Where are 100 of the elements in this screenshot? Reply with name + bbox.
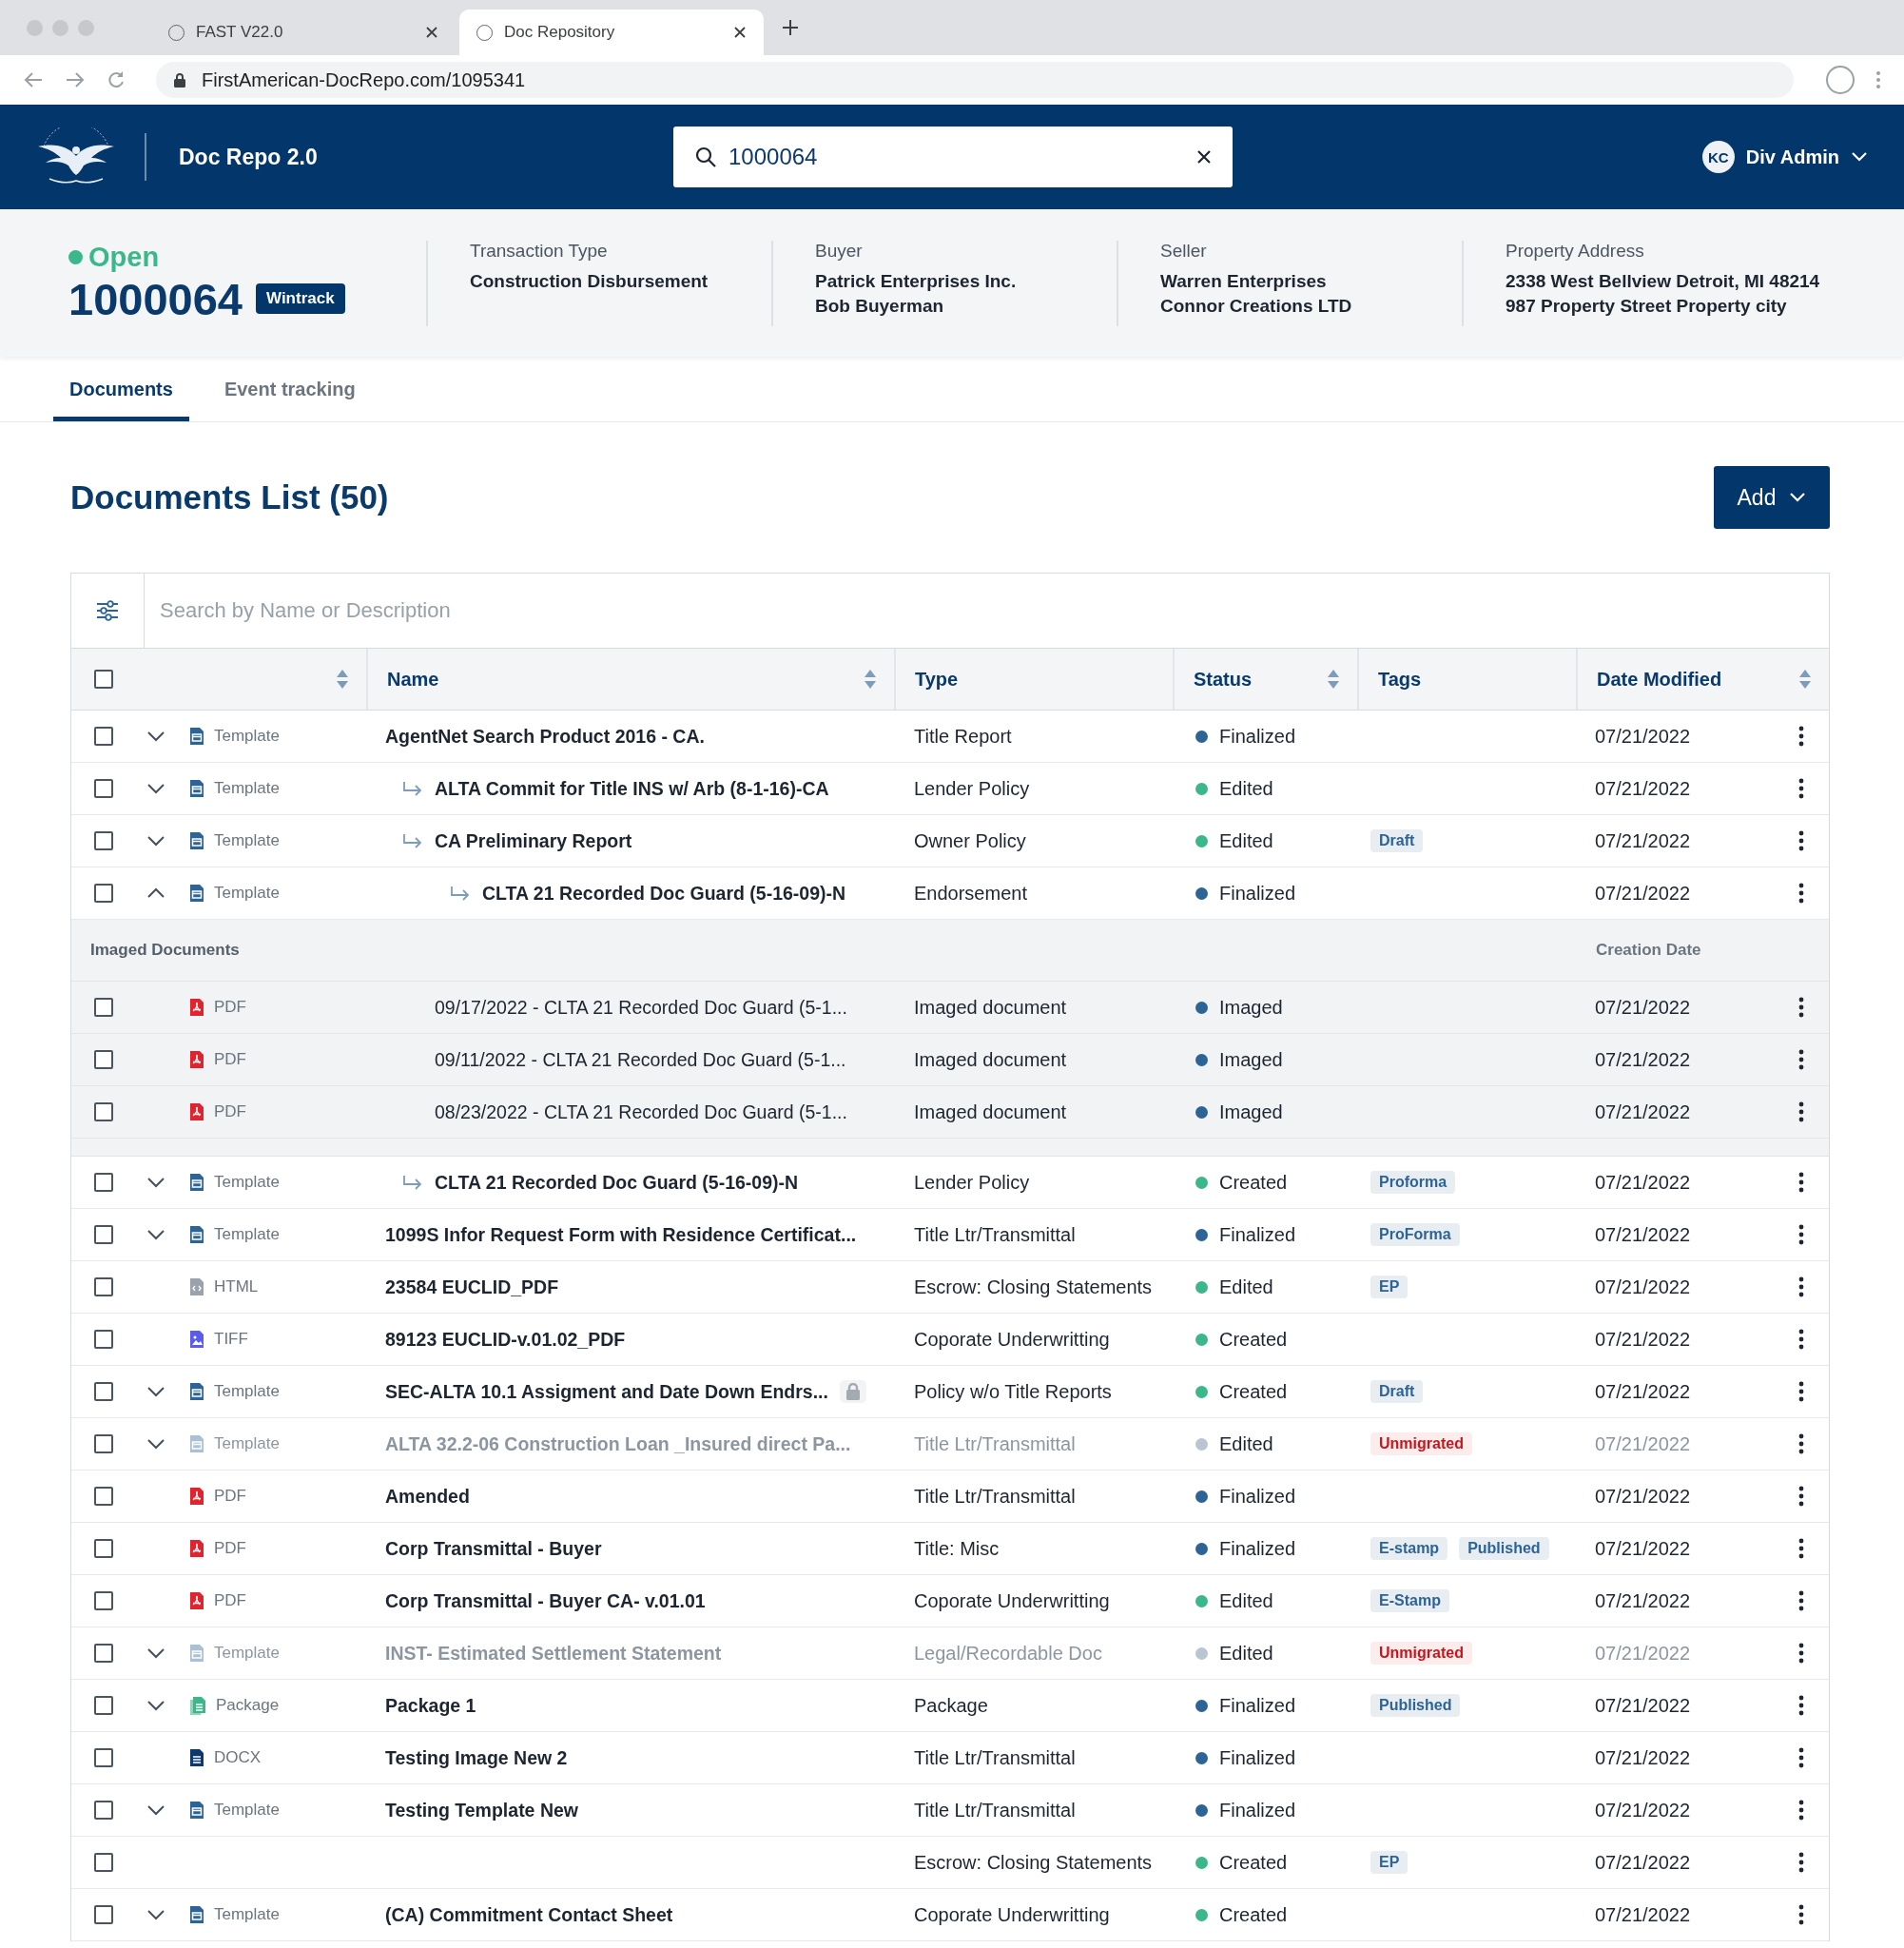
more-options-icon[interactable] <box>1797 1224 1804 1245</box>
checkbox[interactable] <box>94 1487 113 1506</box>
checkbox[interactable] <box>94 998 113 1017</box>
more-options-icon[interactable] <box>1797 1904 1804 1925</box>
more-options-icon[interactable] <box>1797 778 1804 799</box>
checkbox[interactable] <box>94 779 113 798</box>
file-format: PDF <box>214 1539 246 1558</box>
checkbox[interactable] <box>94 1905 113 1924</box>
chevron-up-icon[interactable] <box>146 887 165 899</box>
document-name[interactable]: (CA) Commitment Contact Sheet <box>385 1903 673 1926</box>
more-options-icon[interactable] <box>1797 1101 1804 1122</box>
chevron-down-icon[interactable] <box>146 1909 165 1920</box>
more-options-icon[interactable] <box>1797 1172 1804 1193</box>
document-name[interactable]: CLTA 21 Recorded Doc Guard (5-16-09)-N <box>482 882 846 905</box>
checkbox[interactable] <box>94 1173 113 1192</box>
document-name[interactable]: ALTA Commit for Title INS w/ Arb (8-1-16)-CA <box>435 777 829 800</box>
chevron-down-icon[interactable] <box>146 835 165 847</box>
user-menu[interactable]: KC Div Admin <box>1701 141 1868 173</box>
sort-icon[interactable] <box>864 669 877 690</box>
checkbox[interactable] <box>94 884 113 903</box>
document-name[interactable]: CLTA 21 Recorded Doc Guard (5-16-09)-N <box>435 1171 799 1194</box>
sort-icon[interactable] <box>1798 669 1812 690</box>
more-options-icon[interactable] <box>1797 997 1804 1018</box>
document-name[interactable]: 89123 EUCLID-v.01.02_PDF <box>385 1328 626 1351</box>
chevron-down-icon[interactable] <box>146 1177 165 1188</box>
chevron-down-icon[interactable] <box>146 1804 165 1816</box>
more-options-icon[interactable] <box>1797 1590 1804 1611</box>
document-name[interactable]: Testing Image New 2 <box>385 1746 568 1769</box>
checkbox[interactable] <box>94 1801 113 1820</box>
document-name[interactable]: 09/11/2022 - CLTA 21 Recorded Doc Guard (5-1... <box>435 1048 846 1071</box>
document-name[interactable]: Corp Transmittal - Buyer CA- v.01.01 <box>385 1589 706 1612</box>
profile-icon[interactable] <box>1826 66 1855 94</box>
document-name[interactable]: CA Preliminary Report <box>435 829 632 852</box>
more-options-icon[interactable] <box>1797 1695 1804 1716</box>
more-options-icon[interactable] <box>1797 1433 1804 1454</box>
new-tab-icon[interactable] <box>781 18 800 37</box>
address-bar[interactable]: FirstAmerican-DocRepo.com/1095341 <box>156 62 1794 98</box>
checkbox[interactable] <box>94 1277 113 1296</box>
checkbox[interactable] <box>94 831 113 850</box>
document-status: Edited <box>1219 1276 1273 1298</box>
page-tab[interactable]: Event tracking <box>207 357 372 421</box>
document-status: Finalized <box>1219 1694 1296 1717</box>
checkbox[interactable] <box>94 1225 113 1244</box>
more-options-icon[interactable] <box>1797 1049 1804 1070</box>
document-name[interactable]: SEC-ALTA 10.1 Assigment and Date Down Endrs... <box>385 1380 828 1403</box>
document-name[interactable]: AgentNet Search Product 2016 - CA. <box>385 725 705 748</box>
forward-arrow-icon[interactable] <box>65 70 86 89</box>
document-name[interactable]: 08/23/2022 - CLTA 21 Recorded Doc Guard (5-1... <box>435 1101 847 1123</box>
more-options-icon[interactable] <box>1797 1800 1804 1821</box>
close-icon[interactable] <box>733 26 747 39</box>
chevron-down-icon[interactable] <box>146 1386 165 1397</box>
chevron-down-icon[interactable] <box>146 730 165 742</box>
page-tab[interactable]: Documents <box>53 357 189 421</box>
checkbox[interactable] <box>94 1382 113 1401</box>
document-name[interactable]: Corp Transmittal - Buyer <box>385 1537 602 1560</box>
chevron-down-icon[interactable] <box>146 1700 165 1711</box>
more-options-icon[interactable] <box>1797 1486 1804 1507</box>
checkbox[interactable] <box>94 1539 113 1558</box>
checkbox[interactable] <box>94 1330 113 1349</box>
chevron-down-icon[interactable] <box>146 1229 165 1240</box>
chevron-down-icon <box>1851 151 1868 163</box>
checkbox[interactable] <box>94 1696 113 1715</box>
document-name[interactable]: Amended <box>385 1485 470 1508</box>
more-options-icon[interactable] <box>1797 1276 1804 1297</box>
search-field[interactable]: 1000064 <box>673 127 1233 187</box>
reload-icon[interactable] <box>107 70 126 89</box>
document-name[interactable]: 23584 EUCLID_PDF <box>385 1276 559 1298</box>
checkbox[interactable] <box>94 1853 113 1872</box>
checkbox[interactable] <box>94 1102 113 1121</box>
more-options-icon[interactable] <box>1797 1747 1804 1768</box>
document-name[interactable]: 1099S Infor Request Form with Residence Certificat... <box>385 1223 857 1246</box>
template-icon <box>189 1801 204 1820</box>
chevron-down-icon[interactable] <box>146 783 165 794</box>
checkbox[interactable] <box>94 1050 113 1069</box>
browser-menu-icon[interactable] <box>1875 70 1881 89</box>
checkbox[interactable] <box>94 670 113 689</box>
more-options-icon[interactable] <box>1797 1538 1804 1559</box>
more-options-icon[interactable] <box>1797 883 1804 904</box>
document-name[interactable]: Testing Template New <box>385 1799 578 1821</box>
sort-icon[interactable] <box>336 669 349 690</box>
more-options-icon[interactable] <box>1797 1643 1804 1664</box>
sort-icon[interactable] <box>1327 669 1340 690</box>
browser-tab[interactable]: Doc Repository <box>459 10 764 55</box>
document-name[interactable]: Package 1 <box>385 1694 476 1717</box>
more-options-icon[interactable] <box>1797 726 1804 747</box>
document-name[interactable]: 09/17/2022 - CLTA 21 Recorded Doc Guard (5-1... <box>435 996 847 1019</box>
back-arrow-icon[interactable] <box>23 70 44 89</box>
clear-icon[interactable] <box>1196 149 1212 165</box>
more-options-icon[interactable] <box>1797 1852 1804 1873</box>
browser-tab[interactable]: FAST V22.0 <box>151 10 456 55</box>
checkbox[interactable] <box>94 1591 113 1610</box>
close-icon[interactable] <box>425 26 438 39</box>
more-options-icon[interactable] <box>1797 830 1804 851</box>
more-options-icon[interactable] <box>1797 1381 1804 1402</box>
add-button[interactable]: Add <box>1714 466 1830 529</box>
pdf-file-icon <box>189 1102 204 1121</box>
checkbox[interactable] <box>94 1748 113 1767</box>
filter-icon[interactable] <box>95 599 120 622</box>
checkbox[interactable] <box>94 727 113 746</box>
more-options-icon[interactable] <box>1797 1329 1804 1350</box>
